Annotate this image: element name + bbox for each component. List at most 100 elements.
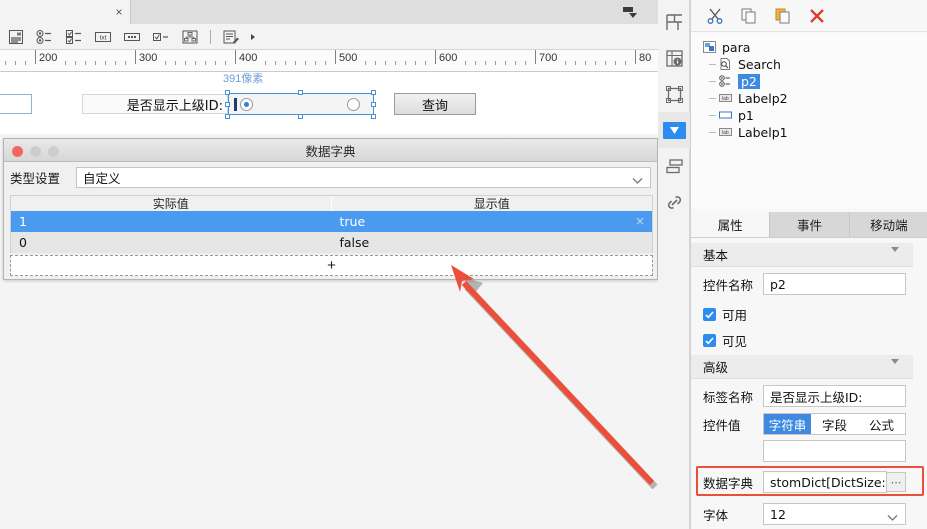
- section-advanced[interactable]: 高级: [691, 355, 913, 379]
- widget-value-label: 控件值: [703, 417, 741, 433]
- radio-widget-p2[interactable]: [225, 90, 376, 119]
- table-info-icon[interactable]: [658, 40, 690, 76]
- radio-unselected-icon[interactable]: [347, 98, 360, 111]
- data-dictionary-label: 数据字典: [703, 475, 754, 491]
- tab-strip: ×: [0, 0, 658, 24]
- align-list-icon[interactable]: [658, 148, 690, 184]
- properties-panel: para Search p2 lab Labelp2 p1 lab Labelp…: [690, 0, 927, 529]
- column-header-display: 显示值: [473, 197, 510, 211]
- tree-item-search[interactable]: Search: [703, 56, 927, 73]
- label-node-icon: lab: [719, 92, 733, 105]
- property-tabs: 属性 事件 移动端: [691, 212, 927, 238]
- ruler-label: 80: [639, 52, 652, 64]
- resize-handle[interactable]: [371, 90, 376, 95]
- single-checkbox-icon[interactable]: [148, 26, 174, 48]
- cut-icon[interactable]: [705, 6, 725, 26]
- delete-row-icon[interactable]: ×: [635, 215, 645, 227]
- widget-value-type-segmented: 字符串 字段 公式: [763, 413, 906, 435]
- form-layout-icon[interactable]: [3, 26, 29, 48]
- flag-dropdown-icon[interactable]: [622, 6, 638, 20]
- row-font: 字体 12: [691, 503, 927, 525]
- minimize-dot[interactable]: [30, 146, 41, 157]
- tab-mobile[interactable]: 移动端: [849, 212, 927, 237]
- resize-handle[interactable]: [225, 114, 230, 119]
- widget-value-input[interactable]: [763, 440, 906, 462]
- enabled-checkbox[interactable]: 可用: [703, 305, 747, 324]
- tree-item-p1[interactable]: p1: [703, 107, 927, 124]
- svg-text:lab: lab: [722, 130, 729, 136]
- delete-icon[interactable]: [807, 6, 827, 26]
- radio-group-icon[interactable]: [32, 26, 58, 48]
- close-icon[interactable]: ×: [113, 6, 125, 18]
- cell-actual-value: 1: [19, 214, 27, 229]
- tab-form-designer[interactable]: [0, 0, 131, 24]
- resize-handle[interactable]: [298, 90, 303, 95]
- designer-toolbar: txt: [0, 24, 658, 50]
- tree-item-label: p1: [738, 108, 754, 123]
- form-node-icon: [703, 41, 717, 54]
- checkbox-group-icon[interactable]: [61, 26, 87, 48]
- table-row[interactable]: 0 false: [10, 232, 653, 253]
- zoom-dot[interactable]: [48, 146, 59, 157]
- dropdown-widget-icon[interactable]: [658, 112, 690, 148]
- svg-text:txt: txt: [100, 34, 107, 41]
- copy-icon[interactable]: [739, 6, 759, 26]
- ruler-label: 500: [339, 52, 358, 64]
- enabled-label: 可用: [722, 308, 748, 323]
- tree-item-labelp1[interactable]: lab Labelp1: [703, 124, 927, 141]
- checkmark-icon: [703, 308, 716, 321]
- resize-handle[interactable]: [371, 114, 376, 119]
- cell-actual-value: 0: [19, 235, 27, 250]
- font-select[interactable]: 12: [763, 503, 906, 525]
- tab-events[interactable]: 事件: [770, 212, 850, 237]
- section-basic[interactable]: 基本: [691, 243, 913, 267]
- segment-formula[interactable]: 公式: [858, 414, 905, 434]
- checkmark-icon: [703, 334, 716, 347]
- widget-name-input[interactable]: p2: [763, 273, 906, 295]
- segment-field[interactable]: 字段: [811, 414, 858, 434]
- tree-item-para[interactable]: para: [703, 39, 927, 56]
- resize-handle[interactable]: [371, 102, 376, 107]
- form-canvas[interactable]: 391像素 是否显示上级ID: 查询: [0, 72, 658, 134]
- grid-layout-icon[interactable]: [658, 4, 690, 40]
- tab-properties[interactable]: 属性: [691, 212, 771, 237]
- chevron-down-icon: [891, 359, 899, 379]
- app-root: × txt 200 300 400 500 600 700 80 391像素 是…: [0, 0, 927, 529]
- segment-string[interactable]: 字符串: [764, 414, 811, 434]
- tree-control-icon[interactable]: [177, 26, 203, 48]
- link-chain-icon[interactable]: [658, 184, 690, 220]
- resize-handle[interactable]: [298, 114, 303, 119]
- visible-checkbox[interactable]: 可见: [703, 331, 747, 350]
- partial-textbox-p1[interactable]: [0, 94, 32, 114]
- resize-handle[interactable]: [225, 90, 230, 95]
- paste-icon[interactable]: [773, 6, 793, 26]
- ruler-label: 200: [39, 52, 58, 64]
- dialog-titlebar: 数据字典: [4, 139, 657, 162]
- tag-name-input[interactable]: 是否显示上级ID:: [763, 385, 906, 407]
- crop-frame-icon[interactable]: [658, 76, 690, 112]
- query-button[interactable]: 查询: [394, 93, 476, 115]
- dialog-title: 数据字典: [305, 143, 356, 159]
- data-dictionary-input[interactable]: stomDict[DictSize:2]: [763, 471, 899, 493]
- row-widget-value: 控件值 字符串 字段 公式: [691, 413, 927, 435]
- table-row[interactable]: 1 true ×: [10, 211, 653, 232]
- toolbar-more-caret-icon[interactable]: [247, 26, 259, 48]
- ruler-label: 700: [539, 52, 558, 64]
- text-field-icon[interactable]: txt: [90, 26, 116, 48]
- ruler-label: 300: [139, 52, 158, 64]
- radio-selected-icon[interactable]: [240, 98, 253, 111]
- close-dot[interactable]: [12, 146, 23, 157]
- type-setting-select[interactable]: 自定义: [76, 166, 651, 188]
- add-row-button[interactable]: +: [10, 255, 653, 276]
- ellipsis-field-icon[interactable]: [119, 26, 145, 48]
- chevron-down-icon: [887, 510, 898, 525]
- horizontal-ruler: 200 300 400 500 600 700 80: [0, 50, 658, 72]
- label-widget-labelp2[interactable]: 是否显示上级ID:: [82, 94, 228, 114]
- resize-handle[interactable]: [225, 102, 230, 107]
- tree-item-p2[interactable]: p2: [703, 73, 927, 90]
- chevron-down-icon: [891, 247, 899, 267]
- cell-display-value: true: [339, 214, 366, 229]
- data-dictionary-browse-button[interactable]: ⋯: [886, 472, 906, 492]
- tree-item-labelp2[interactable]: lab Labelp2: [703, 90, 927, 107]
- report-edit-icon[interactable]: [218, 26, 244, 48]
